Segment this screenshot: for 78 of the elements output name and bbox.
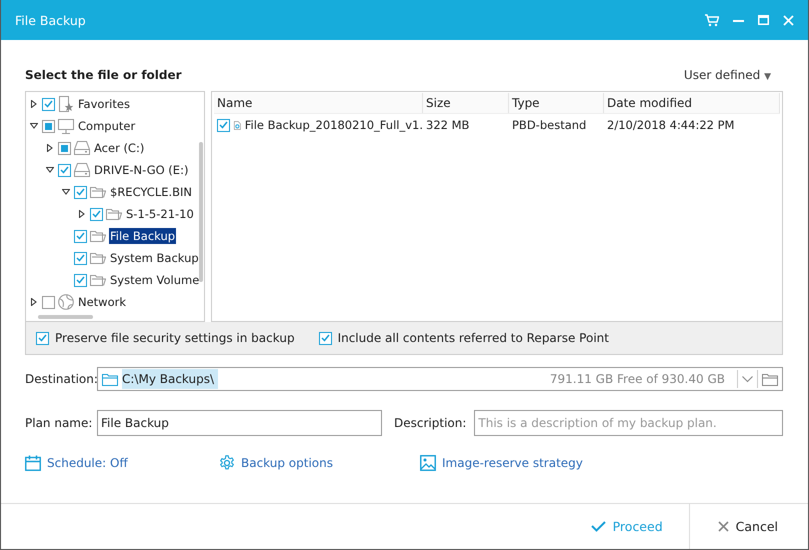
calendar-icon [25, 455, 41, 471]
collapse-arrow-icon[interactable] [46, 166, 54, 174]
image-icon [420, 455, 436, 471]
tree-item[interactable]: Favorites [77, 96, 131, 112]
expand-arrow-icon[interactable] [30, 100, 38, 108]
column-header[interactable]: Size [423, 93, 509, 113]
checkbox[interactable] [42, 296, 55, 308]
minimize-icon[interactable] [733, 18, 744, 22]
column-header[interactable]: Name [214, 93, 423, 113]
section-heading: Select the file or folder [25, 68, 182, 82]
tree-item[interactable]: Acer (C:) [93, 140, 146, 156]
tree-item[interactable]: System Backup [109, 250, 200, 266]
option-link[interactable]: Image-reserve strategy [420, 455, 583, 471]
collapse-arrow-icon[interactable] [62, 188, 70, 196]
file-name: File Backup_20180210_Full_v1. [244, 118, 423, 132]
close-icon[interactable] [783, 14, 794, 26]
tree-item[interactable]: Computer [77, 118, 136, 134]
cart-icon[interactable] [705, 14, 719, 26]
checkbox[interactable] [42, 120, 55, 132]
checkbox[interactable] [42, 98, 55, 110]
checkbox[interactable] [90, 208, 103, 220]
folder-icon [90, 274, 106, 286]
tree-item[interactable]: File Backup [109, 228, 176, 244]
checkbox[interactable] [74, 274, 87, 286]
drive-icon [74, 163, 90, 177]
destination-label: Destination: [25, 372, 97, 386]
option-link[interactable]: Backup options [219, 455, 420, 471]
checkbox[interactable] [217, 118, 230, 132]
option-label: Include all contents referred to Reparse Point [338, 331, 609, 345]
dropdown-icon[interactable] [742, 376, 753, 382]
description-label: Description: [394, 416, 466, 430]
gear-icon [219, 455, 235, 471]
destination-field[interactable]: C:\My Backups\ 791.11 GB Free of 930.40 GB [97, 367, 783, 391]
free-space: 791.11 GB Free of 930.40 GB [550, 372, 725, 386]
folder-icon[interactable] [762, 372, 778, 386]
check-icon [590, 521, 606, 532]
destination-path: C:\My Backups\ [122, 369, 218, 389]
checkbox[interactable] [58, 164, 71, 176]
tree-item[interactable]: DRIVE-N-GO (E:) [93, 162, 190, 178]
monitor-icon [58, 118, 74, 134]
table-cell-text: 322 MB [425, 118, 470, 132]
close-icon [718, 521, 729, 532]
checkbox[interactable] [74, 230, 87, 242]
checkbox[interactable] [74, 186, 87, 198]
option-link[interactable]: Schedule: Off [25, 455, 219, 471]
option-label: Preserve file security settings in backup [55, 331, 295, 345]
checkbox[interactable] [36, 332, 49, 344]
description-field[interactable]: This is a description of my backup plan. [474, 410, 783, 436]
checkbox[interactable] [58, 142, 71, 154]
plan-name-field[interactable]: File Backup [97, 410, 382, 436]
favorites-icon [58, 96, 74, 112]
expand-arrow-icon[interactable] [46, 144, 54, 152]
tree-item[interactable]: $RECYCLE.BIN [109, 184, 194, 200]
table-cell-text: PBD-bestand [511, 118, 588, 132]
tree-item[interactable]: S-1-5-21-10 [125, 206, 195, 222]
folder-icon [106, 208, 122, 220]
window-title: File Backup [15, 12, 87, 28]
collapse-arrow-icon[interactable] [30, 122, 38, 130]
folder-icon [90, 186, 106, 198]
scrollbar[interactable] [199, 142, 203, 282]
table-cell-text: 2/10/2018 4:44:22 PM [606, 118, 736, 132]
drive-icon [74, 141, 90, 155]
filter-dropdown[interactable]: User defined ▼ [684, 68, 783, 82]
plan-name-label: Plan name: [25, 416, 94, 430]
tree-item[interactable]: Network [77, 294, 128, 310]
folder-icon [90, 230, 106, 242]
scrollbar[interactable] [38, 315, 93, 319]
checkbox[interactable] [318, 332, 332, 344]
globe-icon [58, 294, 74, 310]
column-header[interactable]: Type [509, 93, 604, 113]
column-header[interactable]: Date modified [604, 93, 780, 113]
checkbox[interactable] [74, 252, 87, 264]
tree-item[interactable]: System Volume [109, 272, 200, 288]
maximize-icon[interactable] [758, 15, 769, 25]
folder-icon [102, 372, 118, 386]
folder-icon [90, 252, 106, 264]
expand-arrow-icon[interactable] [30, 298, 38, 306]
expand-arrow-icon[interactable] [78, 210, 86, 218]
